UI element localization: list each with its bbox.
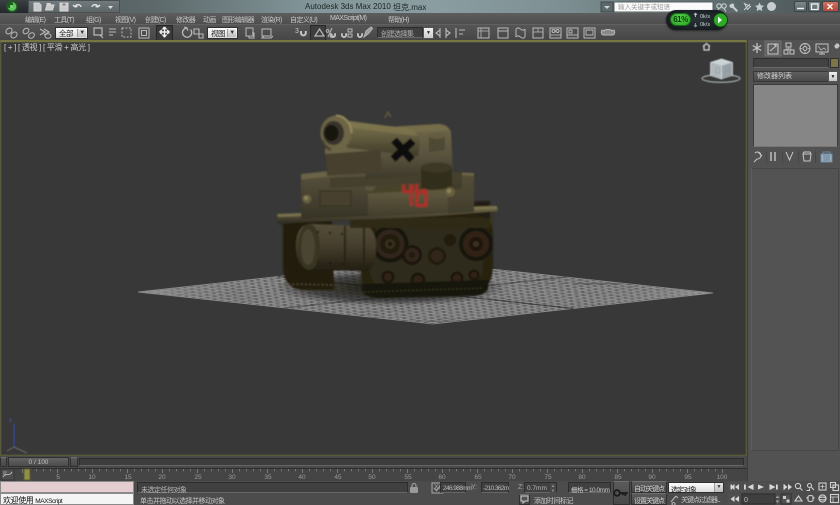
svg-text:0k/s: 0k/s [700,22,710,28]
svg-text:65: 65 [474,474,482,481]
svg-text:关键点过滤器...: 关键点过滤器... [681,495,721,504]
svg-text:3: 3 [295,28,299,35]
svg-text:15: 15 [124,474,132,481]
svg-text:90: 90 [648,474,656,481]
svg-text:70: 70 [508,474,516,481]
svg-text:25: 25 [194,474,202,481]
svg-text:0k/s: 0k/s [700,14,710,20]
svg-text:55: 55 [404,474,412,481]
svg-text:60: 60 [438,474,446,481]
svg-text:50: 50 [368,474,376,481]
svg-text:80: 80 [578,474,586,481]
svg-text:10: 10 [88,474,96,481]
svg-text:100: 100 [717,474,728,481]
svg-text:输入关键字或短语: 输入关键字或短语 [618,2,671,11]
svg-text:95: 95 [684,474,692,481]
svg-text:30: 30 [228,474,236,481]
svg-text:75: 75 [544,474,552,481]
svg-text:35: 35 [264,474,272,481]
svg-text:40: 40 [298,474,306,481]
svg-text:0: 0 [744,497,748,504]
svg-text:85: 85 [614,474,622,481]
svg-text:z: z [9,418,12,424]
svg-text:20: 20 [158,474,166,481]
svg-text:?: ? [769,3,774,12]
svg-text:45: 45 [334,474,342,481]
svg-text:5: 5 [56,474,60,481]
